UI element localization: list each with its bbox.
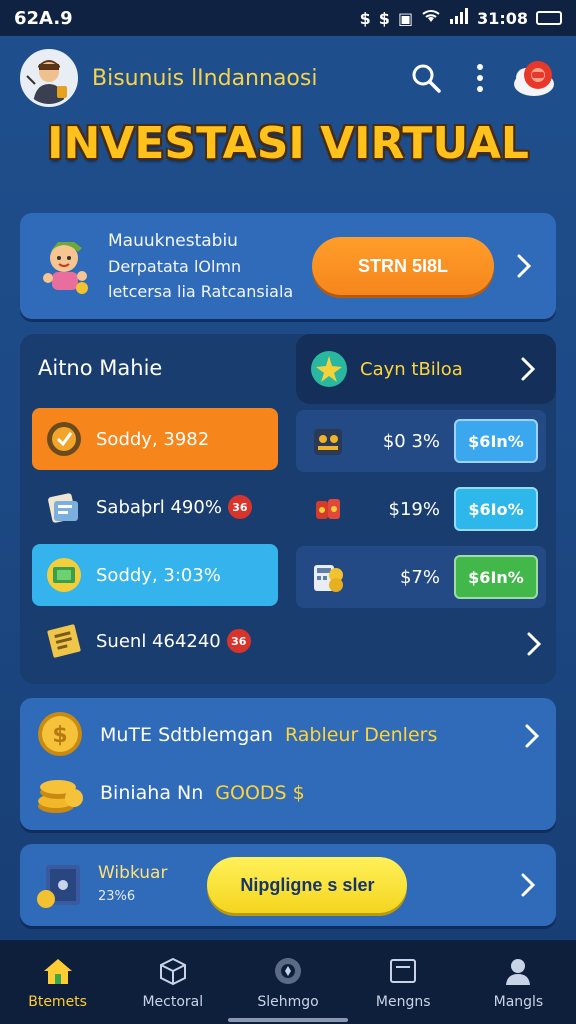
dollar-coin-icon: $: [38, 712, 82, 756]
withdraw-button[interactable]: Nipgligne s sler: [207, 857, 408, 913]
market-label: Biniaha Nn: [100, 782, 204, 804]
asset-rate-row[interactable]: $0 3% $6In%: [296, 410, 546, 472]
nav-label: Btemets: [28, 994, 87, 1010]
home-indicator: [228, 1018, 348, 1022]
promo-line1: Mauuknestabiu: [108, 230, 238, 251]
market-row: Biniaha Nn GOODS $: [36, 768, 305, 818]
nav-item-mengns[interactable]: Mengns: [346, 940, 461, 1024]
bottom-nav: Btemets Mectoral Slehmgo Mengns Mangls: [0, 940, 576, 1024]
asset-badge: 36: [227, 495, 252, 519]
kid-mascot-icon: [43, 242, 88, 294]
asset-rate: $19%: [388, 498, 440, 520]
battery-icon: [536, 11, 562, 25]
home-icon: [43, 959, 72, 984]
asset-item[interactable]: Suenl 464240 36: [32, 610, 278, 672]
app-header: Bisunuis lIndannaosi: [0, 36, 576, 120]
withdraw-title: Wibkuar: [98, 863, 168, 883]
vault-icon: [37, 865, 80, 908]
nav-label: Mectoral: [142, 994, 204, 1010]
status-bar: 62A.9 $ $ ▣ 31:08: [0, 0, 576, 36]
document-icon: [47, 624, 81, 658]
gold-tab-label: Cayn tBiloa: [360, 358, 463, 380]
status-icons: $ $ ▣ 31:08: [360, 8, 562, 28]
promo-text: Mauuknestabiu Derpatata lOlmn letcersa l…: [108, 229, 294, 304]
market-highlight: GOODS $: [215, 782, 305, 804]
wallet-icon: [390, 959, 417, 983]
gold-tab[interactable]: Cayn tBiloa: [296, 334, 556, 404]
asset-rate-row[interactable]: $19% $6Io%: [296, 478, 546, 540]
shield-coin-icon: [47, 422, 81, 456]
chevron-right-icon[interactable]: [518, 722, 546, 750]
portfolio-title: Aitno Mahie: [38, 356, 163, 380]
withdraw-card[interactable]: Wibkuar 23%6 Nipgligne s sler: [20, 844, 556, 926]
nav-label: Slehmgo: [257, 994, 319, 1010]
avatar[interactable]: [20, 49, 78, 107]
market-card[interactable]: $ MuTE Sdtblemgan Rableur Denlers Biniah…: [20, 698, 556, 830]
nav-label: Mengns: [375, 994, 431, 1010]
asset-label: Soddy, 3:03%: [96, 564, 221, 586]
rate-chip[interactable]: $6In%: [454, 555, 538, 599]
asset-label: Suenl 464240: [96, 630, 221, 652]
start-button[interactable]: STRN 5I8L: [312, 237, 494, 295]
user-icon: [506, 959, 531, 985]
more-vertical-icon[interactable]: [458, 56, 502, 100]
portfolio-panel: Aitno Mahie Cayn tBiloa Soddy, 3982 Saba…: [20, 334, 556, 684]
nav-item-home[interactable]: Btemets: [0, 940, 115, 1024]
rate-chip[interactable]: $6Io%: [454, 487, 538, 531]
nav-item-mectoral[interactable]: Mectoral: [115, 940, 230, 1024]
search-icon[interactable]: [404, 56, 448, 100]
nav-label: Mangls: [493, 994, 544, 1010]
chevron-right-icon[interactable]: [514, 355, 542, 383]
cube-icon: [159, 957, 186, 986]
receipt-icon: [48, 493, 78, 523]
dollar-icon: $: [359, 8, 371, 28]
svg-text:$: $: [52, 723, 67, 748]
withdraw-text: Wibkuar 23%6: [98, 861, 167, 909]
rate-chip[interactable]: $6In%: [454, 419, 538, 463]
cash-icon: [47, 558, 81, 592]
asset-rate: $0 3%: [382, 430, 440, 452]
asset-label: Soddy, 3982: [96, 428, 210, 450]
chevron-right-icon[interactable]: [510, 252, 538, 280]
coin-stack-icon: [38, 780, 83, 813]
asset-badge: 36: [226, 629, 251, 653]
radar-icon: [275, 958, 301, 984]
header-title: Bisunuis lIndannaosi: [92, 65, 318, 91]
nav-item-slehmgo[interactable]: Slehmgo: [230, 940, 345, 1024]
nav-item-mangls[interactable]: Mangls: [461, 940, 576, 1024]
chevron-right-icon[interactable]: [514, 871, 542, 899]
promo-line2: Derpatata lOlmn: [108, 256, 242, 276]
status-time: 62A.9: [14, 7, 73, 29]
promo-line3: letcersa lia Ratcansiala: [108, 281, 294, 301]
notification-icon[interactable]: [512, 56, 556, 100]
market-label: MuTE Sdtblemgan: [100, 724, 273, 746]
promo-card[interactable]: Mauuknestabiu Derpatata lOlmn letcersa l…: [20, 213, 556, 319]
calculator-coins-icon: [314, 565, 343, 592]
chevron-right-icon[interactable]: [520, 630, 548, 658]
asset-rate: $7%: [399, 566, 440, 588]
market-row: $ MuTE Sdtblemgan Rableur Denlers: [36, 710, 437, 760]
dollar-icon: $: [378, 8, 390, 28]
status-right-time: 31:08: [477, 8, 528, 28]
asset-item[interactable]: Soddy, 3:03%: [32, 544, 278, 606]
star-leaf-icon: [311, 351, 347, 387]
page-title: INVESTASI VIRTUAL: [47, 118, 529, 169]
vibrate-icon: ▣: [397, 8, 414, 28]
safe-icon: [314, 429, 342, 455]
asset-rate-row[interactable]: $7% $6In%: [296, 546, 546, 608]
asset-label: Sabaþrl 490%: [96, 496, 222, 518]
coin-box-icon: [316, 499, 340, 519]
withdraw-sub: 23%6: [98, 889, 136, 904]
asset-item[interactable]: Soddy, 3982: [32, 408, 278, 470]
wifi-icon: [421, 8, 441, 28]
signal-icon: [449, 8, 469, 28]
market-highlight: Rableur Denlers: [284, 724, 438, 746]
asset-item[interactable]: Sabaþrl 490% 36: [32, 476, 278, 538]
